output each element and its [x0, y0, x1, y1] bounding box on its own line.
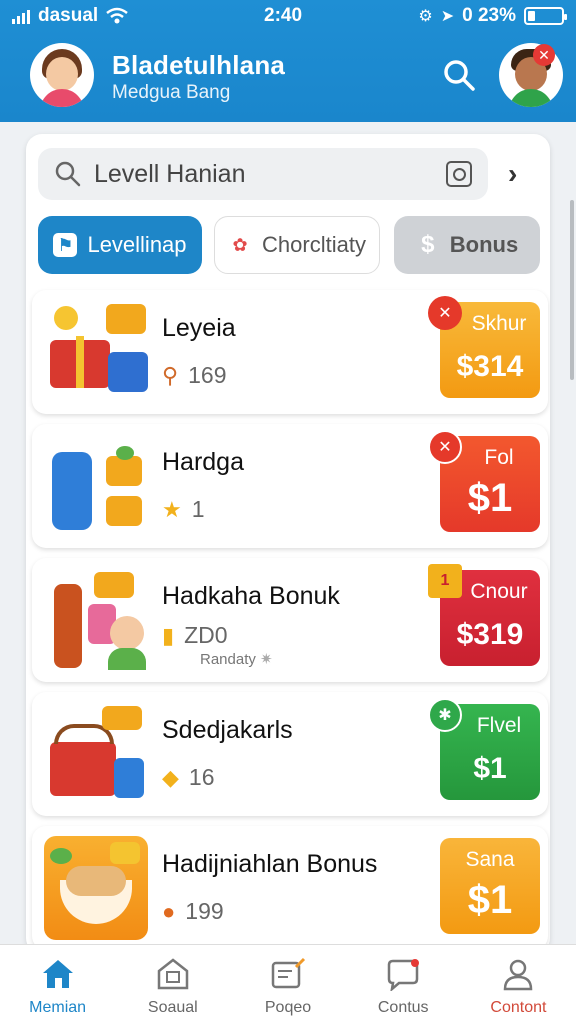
badge-price: $1	[467, 476, 513, 520]
store-icon	[157, 958, 189, 990]
chat-icon	[387, 959, 420, 991]
badge-price: $1	[473, 752, 507, 785]
signal-icon	[12, 8, 30, 24]
home-icon	[42, 960, 73, 988]
price-badge[interactable]: 1 Cnour $319	[428, 564, 540, 666]
nav-item-home[interactable]: Memian	[0, 945, 115, 1024]
scan-icon[interactable]	[446, 161, 472, 187]
notification-badge-icon: ✕	[533, 44, 555, 66]
clock: 2:40	[264, 5, 303, 26]
price-badge[interactable]: ✕ Fol $1	[428, 430, 540, 532]
price-badge[interactable]: ✱ Flvel $1	[428, 698, 540, 800]
tab-label: Levellinap	[87, 232, 187, 257]
coin-icon: ▮	[162, 622, 175, 648]
battery-percent: 0 23%	[462, 5, 516, 26]
gift-basket-icon	[44, 300, 148, 404]
carrier-label: dasual	[38, 5, 99, 26]
list-item[interactable]: Hardga ★ 1 ✕ Fol $1	[32, 424, 548, 548]
item-name: Hadijniahlan Bonus	[162, 850, 378, 878]
sparkle-icon: ✷	[260, 651, 273, 668]
tab-bonus[interactable]: $ Bonus	[394, 216, 540, 274]
item-value: ZD0	[184, 622, 228, 648]
profile-icon	[504, 959, 533, 991]
edit-note-icon	[271, 957, 306, 989]
price-badge[interactable]: Sana $1	[440, 838, 540, 934]
tab-level[interactable]: ⚑ Levellinap	[38, 216, 202, 274]
phone-gift-icon	[44, 434, 148, 538]
main-panel: › ⚑ Levellinap ✿ Chorcltiaty $ Bonus Ley…	[26, 134, 550, 954]
chevron-right-icon[interactable]: ›	[508, 158, 517, 190]
shopping-basket-icon	[44, 702, 148, 806]
search-bar[interactable]	[38, 148, 488, 200]
list-item[interactable]: Hadijniahlan Bonus ● 199 Sana $1	[32, 826, 548, 950]
list-item[interactable]: Sdedjakarls ◆ 16 ✱ Flvel $1	[32, 692, 548, 816]
food-bowl-icon	[44, 836, 148, 940]
tab-label: Chorcltiaty	[262, 232, 366, 257]
badge-price: $314	[456, 350, 524, 383]
nfc-icon: ⚙	[418, 8, 433, 25]
nav-label: Contus	[377, 999, 429, 1016]
battery-icon	[524, 7, 567, 25]
search-icon[interactable]	[442, 58, 476, 92]
list-item[interactable]: Leyeia ⚲ 169 ✕ Skhur $314	[32, 290, 548, 414]
item-value: 199	[185, 898, 224, 924]
item-name: Sdedjakarls	[162, 716, 293, 744]
list-item[interactable]: Hadkaha Bonuk ▮ ZD0 Randaty ✷ 1 Cnour $31…	[32, 558, 548, 682]
nav-label: Contont	[490, 999, 547, 1016]
badge-label: Fol	[484, 446, 514, 469]
tab-category[interactable]: ✿ Chorcltiaty	[214, 216, 380, 274]
item-value: 16	[188, 764, 215, 790]
item-subtitle: Randaty	[200, 651, 256, 668]
badge-label: Flvel	[476, 714, 522, 737]
sauce-bottle-icon	[44, 568, 148, 672]
price-badge[interactable]: ✕ Skhur $314	[428, 296, 540, 398]
page-subtitle: Medgua Bang	[112, 82, 231, 103]
location-icon: ➤	[440, 8, 455, 25]
scrollbar[interactable]	[570, 200, 574, 380]
wifi-icon	[106, 7, 128, 24]
badge-price: $1	[467, 878, 513, 922]
user-avatar[interactable]	[30, 43, 94, 107]
nav-item-social[interactable]: Soaual	[115, 945, 230, 1024]
item-value: 1	[191, 496, 205, 522]
item-name: Hadkaha Bonuk	[162, 582, 340, 610]
nav-item-contacts[interactable]: Contus	[346, 945, 461, 1024]
badge-label: Skhur	[471, 312, 527, 335]
token-icon: ⚲	[162, 362, 179, 388]
bottom-nav: Memian Soaual Poqeo Contus Contont	[0, 944, 576, 1024]
item-name: Leyeia	[162, 314, 236, 342]
dollar-icon: $	[421, 231, 435, 258]
candy-icon: ✿	[232, 234, 248, 255]
nav-label: Soaual	[147, 999, 198, 1016]
star-icon: ★	[162, 496, 182, 522]
badge-price: $319	[456, 618, 524, 651]
search-input[interactable]	[94, 156, 434, 192]
item-value: 169	[188, 362, 227, 388]
nav-label: Poqeo	[264, 999, 312, 1016]
status-bar: dasual 2:40 ⚙ ➤ 0 23%	[0, 0, 576, 32]
nav-label: Memian	[29, 999, 87, 1016]
app-header: dasual 2:40 ⚙ ➤ 0 23% Bladetulhlana Medg…	[0, 0, 576, 122]
badge-label: Sana	[465, 848, 515, 871]
nav-item-profile[interactable]: Contont	[461, 945, 576, 1024]
coins-icon: ●	[162, 898, 176, 924]
tab-label: Bonus	[449, 232, 519, 257]
badge-label: Cnour	[470, 580, 528, 603]
coins-icon: ◆	[162, 764, 179, 790]
flag-icon: ⚑	[53, 233, 78, 257]
item-name: Hardga	[162, 448, 244, 476]
page-title: Bladetulhlana	[112, 50, 286, 80]
nav-item-posts[interactable]: Poqeo	[230, 945, 345, 1024]
search-icon	[55, 161, 81, 187]
